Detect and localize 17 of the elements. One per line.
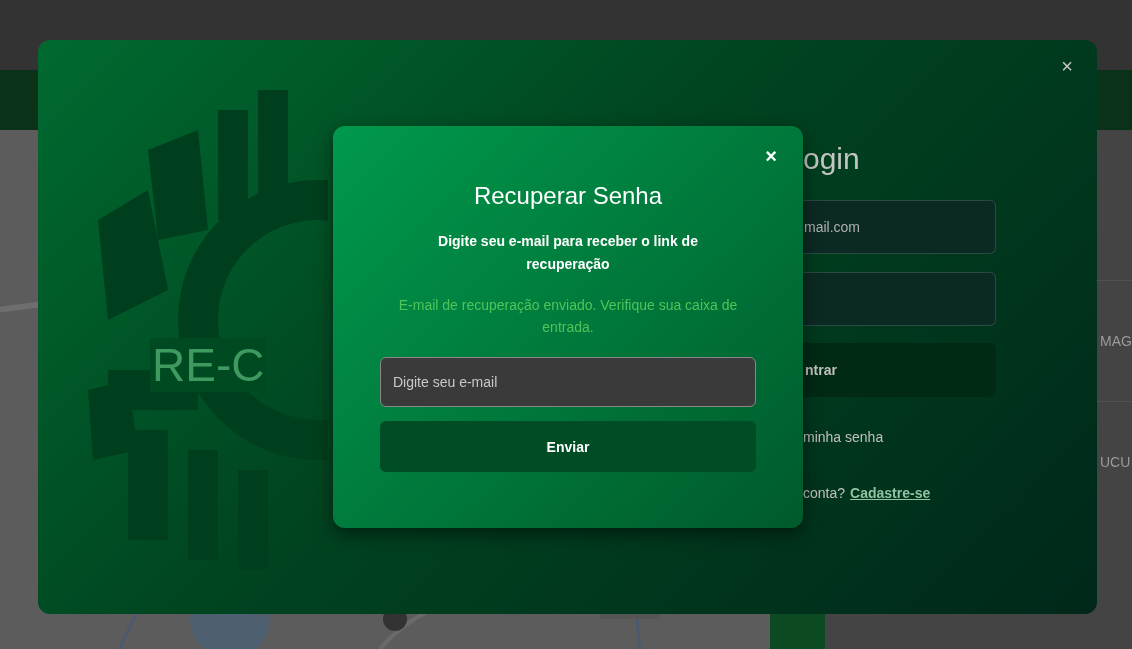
email-field[interactable]: Digite seu e-mail [380,357,756,407]
login-title: ogin [803,142,861,177]
send-button[interactable]: Enviar [380,421,756,472]
close-button[interactable]: × [1057,54,1077,78]
modal-subtitle: Digite seu e-mail para receber o link de recuperação [437,232,699,274]
modal-title: Recuperar Senha [473,182,663,210]
login-button[interactable]: ntrar [803,343,996,397]
signup-link[interactable]: Cadastre-se [850,485,931,501]
success-message: E-mail de recuperação enviado. Verifique sua caixa de entrada. [397,296,739,337]
forgot-password-link[interactable]: minha senha [803,429,884,445]
input-field[interactable]: mail.com [803,200,996,254]
logo-text: RE-C [150,338,267,392]
table-cell: UCU [1100,454,1131,470]
table-cell: MAG [1100,333,1132,349]
signup-prompt: conta? [803,485,846,501]
password-field[interactable] [803,272,996,326]
close-button[interactable]: × [761,144,781,168]
